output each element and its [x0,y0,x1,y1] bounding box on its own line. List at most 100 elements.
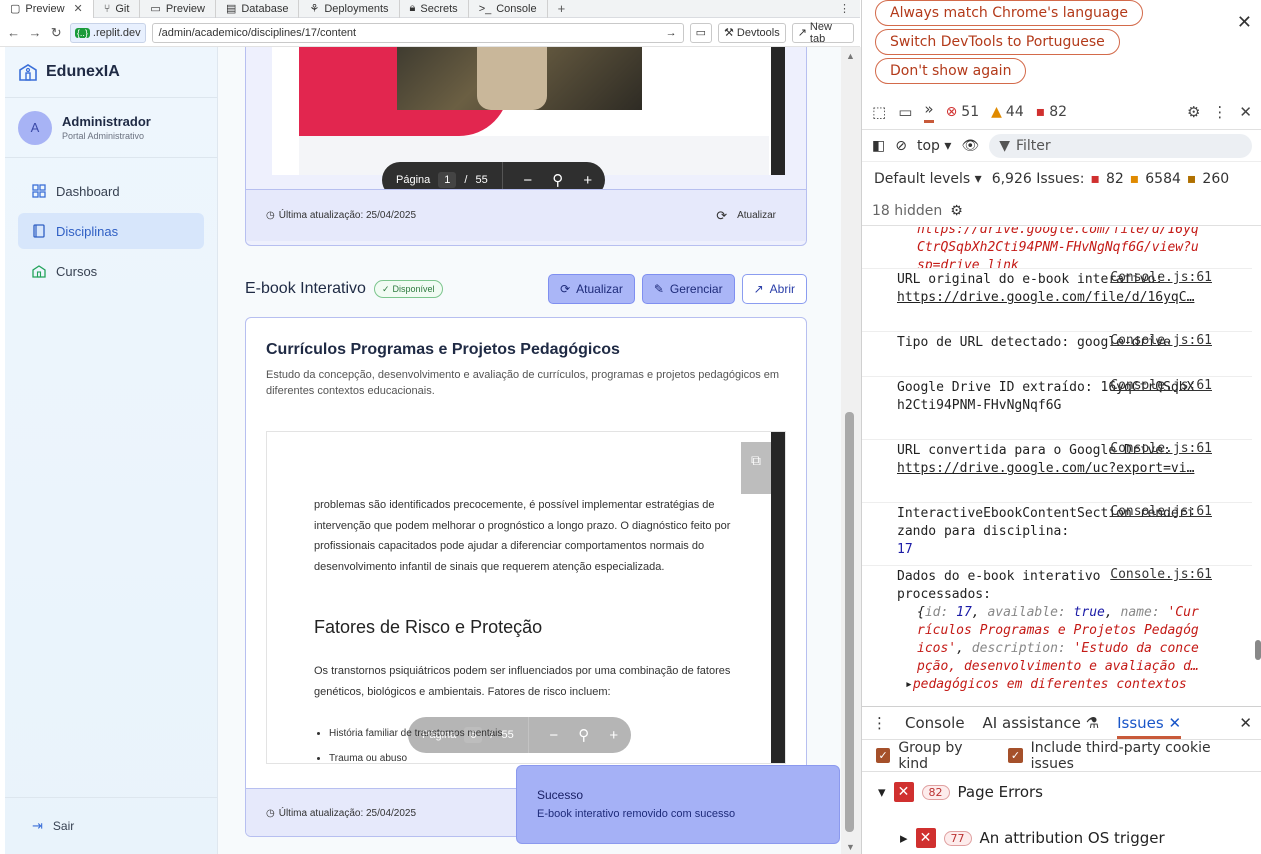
console-scrollbar[interactable] [1254,227,1261,705]
zoom-icon[interactable]: ⚲ [547,171,569,189]
more-vert-icon[interactable]: ⋮ [829,2,860,15]
go-arrow-icon[interactable]: → [666,27,677,39]
monitor-icon: ▭ [150,3,161,15]
scroll-thumb[interactable] [845,412,854,832]
tab-preview-2[interactable]: ▭ Preview [140,0,216,18]
settings-icon[interactable]: ⚙ [950,203,963,219]
ebook-description: Estudo da concepção, desenvolvimento e a… [266,369,780,397]
external-link-icon: ↗ [797,27,807,39]
forward-icon[interactable]: → [27,25,42,40]
warning-icon: ▲ [991,103,1002,120]
close-icon[interactable]: ✕ [74,2,83,15]
tab-database[interactable]: ▤ Database [216,0,300,18]
page-errors-group[interactable]: ▾ ✕ 82 Page Errors [862,772,1252,812]
zoom-out-icon[interactable]: − [517,172,539,189]
tab-preview[interactable]: ▢ Preview ✕ [0,0,94,18]
tab-console[interactable]: >_ Console [469,0,548,18]
hidden-count: 18 hidden ⚙ [862,196,1261,226]
clear-icon[interactable]: ⊘ [895,138,907,154]
scroll-thumb[interactable] [1255,640,1261,660]
info-icon: ▪ [1186,171,1197,187]
dont-show-button[interactable]: Don't show again [875,58,1027,84]
sidebar-item-dashboard[interactable]: Dashboard [18,173,204,209]
expand-arrow-icon[interactable]: ▸ [900,829,908,847]
expand-arrow-icon[interactable]: ▸ [905,677,913,692]
switch-language-button[interactable]: Switch DevTools to Portuguese [875,29,1120,55]
tab-deployments[interactable]: ⚘ Deployments [299,0,400,18]
match-language-button[interactable]: Always match Chrome's language [875,0,1143,26]
logout-button[interactable]: ⇥ Sair [5,797,217,854]
sidebar-item-cursos[interactable]: Cursos [18,253,204,289]
eye-icon[interactable]: 👁︎ [961,138,979,154]
close-icon[interactable]: ✕ [1169,714,1182,732]
screen-icon-button[interactable]: ▭ [689,22,713,43]
issue-count[interactable]: ▪ 82 [1036,104,1067,120]
page-number-input[interactable]: 6 [464,727,483,743]
scroll-down-icon[interactable]: ▼ [846,842,855,852]
source-link[interactable]: Console.js:61 [1110,566,1212,584]
device-icon[interactable]: ▭ [898,103,912,121]
zoom-out-icon[interactable]: − [543,727,565,744]
filter-input[interactable]: ▼ Filter [989,133,1252,158]
site-chip[interactable]: {..} .replit.dev [69,22,146,43]
settings-icon[interactable]: ⚙ [1187,103,1200,121]
console-row: Google Drive ID extraído: 16yqCtrQSqbXh2… [862,377,1252,440]
url-field[interactable]: /admin/academico/disciplines/17/content → [151,22,684,43]
success-toast[interactable]: Sucesso E-book interativo removido com s… [516,765,840,844]
more-vert-icon[interactable]: ⋮ [872,714,887,732]
zoom-in-icon[interactable]: + [577,172,599,189]
zoom-icon[interactable]: ⚲ [573,726,595,744]
sidebar-item-disciplinas[interactable]: Disciplinas [18,213,204,249]
refresh-button[interactable]: ⟳ Atualizar [716,208,776,224]
console-object[interactable]: {id: 17, available: true, name: 'Currícu… [897,604,1202,676]
tab-git[interactable]: ⑂ Git [94,0,141,18]
back-icon[interactable]: ← [6,25,21,40]
issues-summary[interactable]: 6,926 Issues: ▪ 82 ▪ 6584 ▪ 260 [992,171,1229,187]
viewer-scrollbar[interactable] [771,47,785,175]
source-link[interactable]: Console.js:61 [1110,503,1212,521]
attribution-issue-row[interactable]: ▸ ✕ 77 An attribution OS trigger [862,818,1252,854]
close-drawer-icon[interactable]: ✕ [1239,714,1252,732]
collapse-arrow-icon[interactable]: ▾ [878,783,886,801]
third-party-checkbox[interactable]: ✓ [1008,748,1023,763]
sidebar-toggle-icon[interactable]: ◧ [872,138,885,154]
brand[interactable]: EdunexIA [5,47,217,98]
new-tab-button[interactable]: ↗ New tab [791,21,854,45]
update-button[interactable]: ⟳ Atualizar [548,274,635,304]
viewer-scrollbar[interactable] [771,432,785,763]
close-icon[interactable]: ✕ [1239,103,1252,121]
scroll-up-icon[interactable]: ▲ [846,51,855,61]
levels-dropdown[interactable]: Default levels ▾ [874,171,982,187]
close-icon[interactable]: ✕ [1237,12,1252,33]
reload-icon[interactable]: ↻ [49,25,64,41]
console-filter-bar: ◧ ⊘ top ▾ 👁︎ ▼ Filter [862,130,1261,162]
tab-ai-assistance[interactable]: AI assistance ⚗ [983,714,1100,732]
console-link[interactable]: https://drive.google.com/file/d/16yqC… [897,289,1202,307]
console-link[interactable]: https://drive.google.com/uc?export=vi… [897,460,1202,478]
console-row: https://drive.google.com/file/d/16yqCtrQ… [862,227,1252,269]
new-tab-plus-icon[interactable]: + [548,1,576,16]
inspect-icon[interactable]: ⬚ [872,103,886,121]
popout-icon[interactable]: ⧉ [741,442,771,494]
page-number-input[interactable]: 1 [438,172,457,188]
source-link[interactable]: Console.js:61 [1110,440,1212,458]
context-select[interactable]: top ▾ [917,138,951,154]
open-button[interactable]: ↗ Abrir [741,274,807,304]
group-by-kind-checkbox[interactable]: ✓ [876,748,891,763]
source-link[interactable]: Console.js:61 [1110,377,1212,395]
source-link[interactable]: Console.js:61 [1110,269,1212,287]
manage-button[interactable]: ✎ Gerenciar [641,274,735,304]
brand-name: EdunexIA [46,63,120,80]
error-count[interactable]: ⊗ 51 [946,104,980,120]
source-link[interactable]: Console.js:61 [1110,332,1212,350]
devtools-button[interactable]: ⚒ Devtools [718,22,786,43]
tab-issues[interactable]: Issues ✕ [1117,714,1182,739]
more-vert-icon[interactable]: ⋮ [1212,103,1227,121]
console-object-tail[interactable]: ▸pedagógicos em diferentes contextos [897,676,1202,694]
more-panels-icon[interactable]: » [924,100,934,123]
tab-secrets[interactable]: 🔒︎ Secrets [400,0,469,18]
tab-console[interactable]: Console [905,714,965,732]
page-scrollbar[interactable]: ▲ ▼ [841,47,861,854]
warning-count[interactable]: ▲ 44 [991,104,1024,120]
zoom-in-icon[interactable]: + [603,727,625,744]
